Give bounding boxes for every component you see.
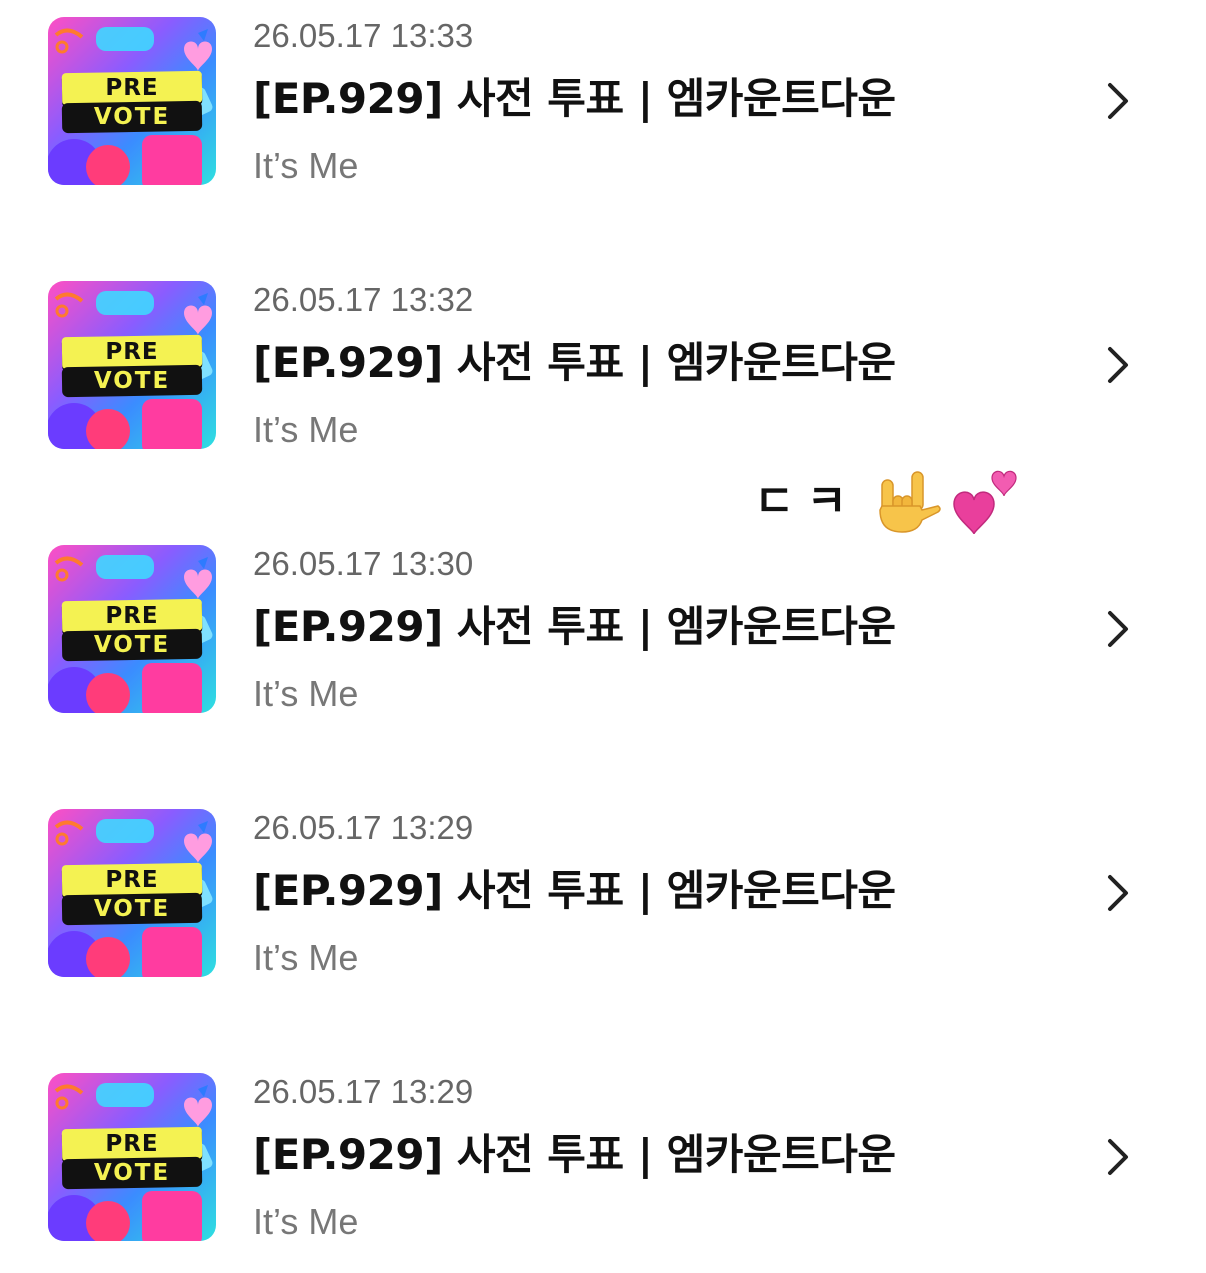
vote-title: [EP.929] 사전 투표 | 엠카운트다운	[253, 74, 896, 123]
comment-text: ㄷㅋ	[754, 476, 859, 527]
vote-title: [EP.929] 사전 투표 | 엠카운트다운	[253, 602, 896, 651]
vote-title: [EP.929] 사전 투표 | 엠카운트다운	[253, 866, 896, 915]
pre-label: PRE	[105, 75, 159, 101]
pre-vote-thumbnail: PRE VOTE	[48, 281, 216, 449]
pre-label: PRE	[105, 603, 159, 629]
vote-song-title: It’s Me	[253, 673, 359, 714]
overlay-comment: ㄷㅋ	[754, 466, 1034, 542]
chevron-right-icon[interactable]	[1100, 609, 1136, 649]
vote-list-item[interactable]: PRE VOTE 26.05.17 13:32 [EP.929] 사전 투표 |…	[0, 281, 1206, 481]
vote-list-item[interactable]: PRE VOTE 26.05.17 13:33 [EP.929] 사전 투표 |…	[0, 17, 1206, 217]
vote-list-item[interactable]: PRE VOTE 26.05.17 13:29 [EP.929] 사전 투표 |…	[0, 1073, 1206, 1273]
two-hearts-icon	[953, 470, 1017, 535]
vote-label: VOTE	[93, 104, 171, 130]
chevron-right-icon[interactable]	[1100, 345, 1136, 385]
pre-vote-thumbnail: PRE VOTE	[48, 545, 216, 713]
vote-label: VOTE	[93, 896, 171, 922]
love-you-gesture-icon	[879, 471, 941, 533]
vote-timestamp: 26.05.17 13:30	[253, 545, 474, 582]
vote-timestamp: 26.05.17 13:33	[253, 17, 474, 54]
vote-timestamp: 26.05.17 13:29	[253, 809, 474, 846]
chevron-right-icon[interactable]	[1100, 81, 1136, 121]
vote-history-list: PRE VOTE 26.05.17 13:33 [EP.929] 사전 투표 |…	[0, 0, 1206, 1271]
vote-song-title: It’s Me	[253, 1201, 359, 1242]
vote-timestamp: 26.05.17 13:29	[253, 1073, 474, 1110]
vote-list-item[interactable]: PRE VOTE 26.05.17 13:30 [EP.929] 사전 투표 |…	[0, 545, 1206, 745]
vote-song-title: It’s Me	[253, 937, 359, 978]
pre-label: PRE	[105, 1131, 159, 1157]
pre-label: PRE	[105, 867, 159, 893]
vote-title: [EP.929] 사전 투표 | 엠카운트다운	[253, 338, 896, 387]
pre-vote-thumbnail: PRE VOTE	[48, 1073, 216, 1241]
vote-label: VOTE	[93, 632, 171, 658]
vote-song-title: It’s Me	[253, 145, 359, 186]
vote-timestamp: 26.05.17 13:32	[253, 281, 474, 318]
vote-song-title: It’s Me	[253, 409, 359, 450]
chevron-right-icon[interactable]	[1100, 873, 1136, 913]
pre-vote-thumbnail: PRE VOTE	[48, 17, 216, 185]
chevron-right-icon[interactable]	[1100, 1137, 1136, 1177]
vote-label: VOTE	[93, 1160, 171, 1186]
vote-list-item[interactable]: PRE VOTE 26.05.17 13:29 [EP.929] 사전 투표 |…	[0, 809, 1206, 1009]
vote-title: [EP.929] 사전 투표 | 엠카운트다운	[253, 1130, 896, 1179]
pre-vote-thumbnail: PRE VOTE	[48, 809, 216, 977]
pre-label: PRE	[105, 339, 159, 365]
vote-label: VOTE	[93, 368, 171, 394]
